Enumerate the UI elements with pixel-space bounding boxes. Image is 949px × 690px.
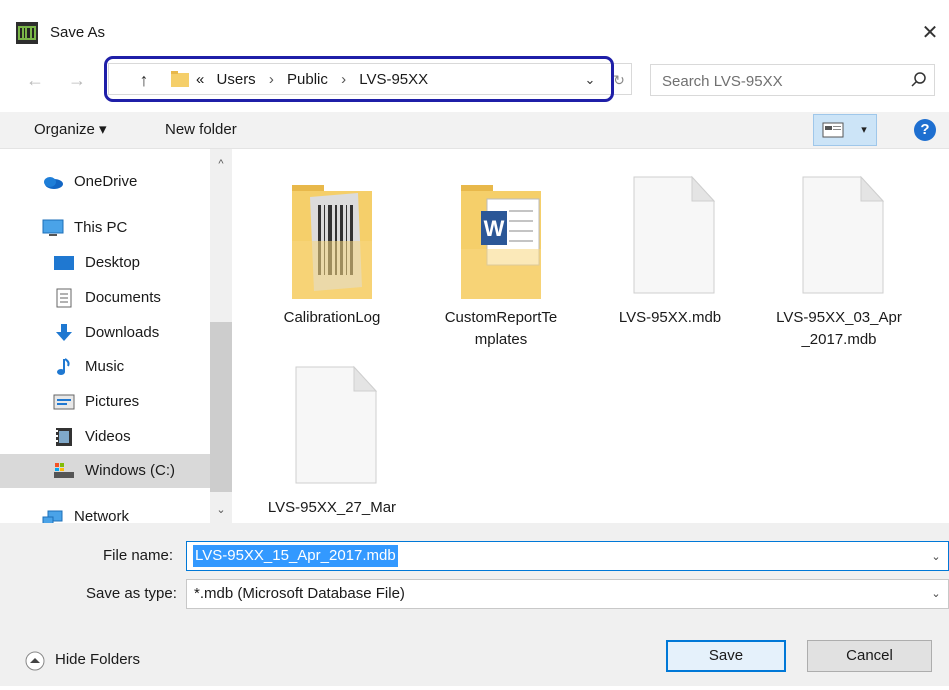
file-item-label: LVS-95XX.mdb — [618, 309, 722, 326]
computer-icon — [42, 218, 64, 238]
sidebar-item-label: This PC — [74, 219, 128, 236]
sidebar-item-pictures[interactable]: Pictures — [53, 386, 203, 418]
sidebar-item-downloads[interactable]: Downloads — [53, 317, 203, 349]
file-item-label: CalibrationLog — [283, 309, 381, 326]
svg-text:W: W — [484, 216, 505, 241]
hide-folders-button[interactable]: Hide Folders — [55, 650, 140, 670]
file-item-label: LVS-95XX_27_Mar _2017.mdb — [267, 499, 397, 523]
window-bottom-edge — [0, 686, 949, 690]
view-dropdown-icon[interactable]: ▾ — [857, 120, 871, 140]
sidebar-item-desktop[interactable]: Desktop — [53, 247, 203, 279]
sidebar-item-label: Music — [85, 358, 125, 375]
help-icon[interactable]: ? — [914, 119, 936, 141]
files-scrollbar[interactable] — [938, 149, 949, 523]
file-item-calibrationlog[interactable]: CalibrationLog — [252, 175, 412, 329]
file-item-label: CustomReportTe mplates — [444, 309, 558, 348]
save-type-value[interactable]: *.mdb (Microsoft Database File) — [194, 584, 405, 604]
back-arrow-icon[interactable]: ← — [24, 69, 46, 91]
sidebar-item-label: Desktop — [85, 254, 141, 271]
chevron-up-icon[interactable] — [25, 651, 45, 671]
file-item-label: LVS-95XX_03_Apr _2017.mdb — [776, 309, 902, 348]
sidebar-item-this-pc[interactable]: This PC — [42, 212, 202, 244]
sidebar-item-windows-c[interactable]: Windows (C:) — [0, 454, 210, 488]
sidebar-item-onedrive[interactable]: OneDrive — [42, 166, 202, 198]
file-name-input[interactable]: LVS-95XX_15_Apr_2017.mdb — [193, 545, 398, 567]
save-type-label: Save as type: — [86, 585, 177, 602]
scroll-up-icon[interactable]: ^ — [212, 157, 230, 171]
documents-icon — [53, 288, 75, 308]
file-item-lvs-95xx-03-apr-2017-mdb[interactable]: LVS-95XX_03_Apr _2017.mdb — [759, 175, 919, 351]
sidebar-item-documents[interactable]: Documents — [53, 282, 203, 314]
sidebar-item-label: Network — [74, 508, 130, 523]
toolbar — [0, 112, 949, 149]
new-folder-button[interactable]: New folder — [165, 120, 237, 140]
sidebar-item-label: OneDrive — [74, 173, 138, 190]
sidebar-item-label: Windows (C:) — [85, 462, 176, 479]
file-icon — [590, 175, 750, 305]
app-icon — [16, 22, 38, 44]
sidebar-item-label: Downloads — [85, 324, 160, 341]
search-input[interactable] — [662, 71, 892, 91]
desktop-icon — [53, 253, 75, 273]
forward-arrow-icon[interactable]: → — [66, 69, 88, 91]
scroll-down-icon[interactable]: ⌄ — [212, 503, 230, 517]
sidebar-item-music[interactable]: Music — [53, 351, 203, 383]
sidebar-item-label: Videos — [85, 428, 131, 445]
videos-icon — [53, 427, 75, 447]
file-item-lvs-95xx-27-mar-2017-mdb[interactable]: LVS-95XX_27_Mar _2017.mdb — [252, 365, 412, 523]
downloads-icon — [53, 323, 75, 343]
file-item-customreporttemplates[interactable]: W CustomReportTe mplates — [421, 175, 581, 351]
pictures-icon — [53, 392, 75, 412]
search-icon[interactable] — [910, 70, 928, 90]
file-name-label: File name: — [103, 547, 174, 564]
onedrive-icon — [42, 172, 64, 192]
file-icon — [252, 365, 412, 495]
music-icon — [53, 357, 75, 377]
folder-word-icon: W — [421, 175, 581, 305]
address-highlight-annotation — [104, 56, 614, 102]
organize-button[interactable]: Organize ▾ — [34, 120, 107, 140]
chevron-down-icon[interactable]: ⌄ — [928, 584, 944, 604]
drive-icon — [53, 461, 75, 481]
sidebar-item-network[interactable]: Network — [42, 501, 202, 523]
file-item-lvs-95xx-mdb[interactable]: LVS-95XX.mdb — [590, 175, 750, 329]
sidebar-item-label: Documents — [85, 289, 161, 306]
sidebar-item-label: Pictures — [85, 393, 140, 410]
file-icon — [759, 175, 919, 305]
save-button[interactable]: Save — [666, 640, 786, 672]
network-icon — [42, 507, 64, 523]
window-title: Save As — [50, 24, 106, 41]
close-icon[interactable]: ✕ — [918, 22, 942, 44]
folder-icon — [252, 175, 412, 305]
title-bar — [0, 0, 949, 44]
sidebar-scrollbar-thumb[interactable] — [210, 322, 232, 492]
cancel-button[interactable]: Cancel — [807, 640, 932, 672]
view-icon[interactable] — [822, 122, 844, 138]
sidebar-item-videos[interactable]: Videos — [53, 421, 203, 453]
chevron-down-icon[interactable]: ⌄ — [928, 547, 944, 567]
